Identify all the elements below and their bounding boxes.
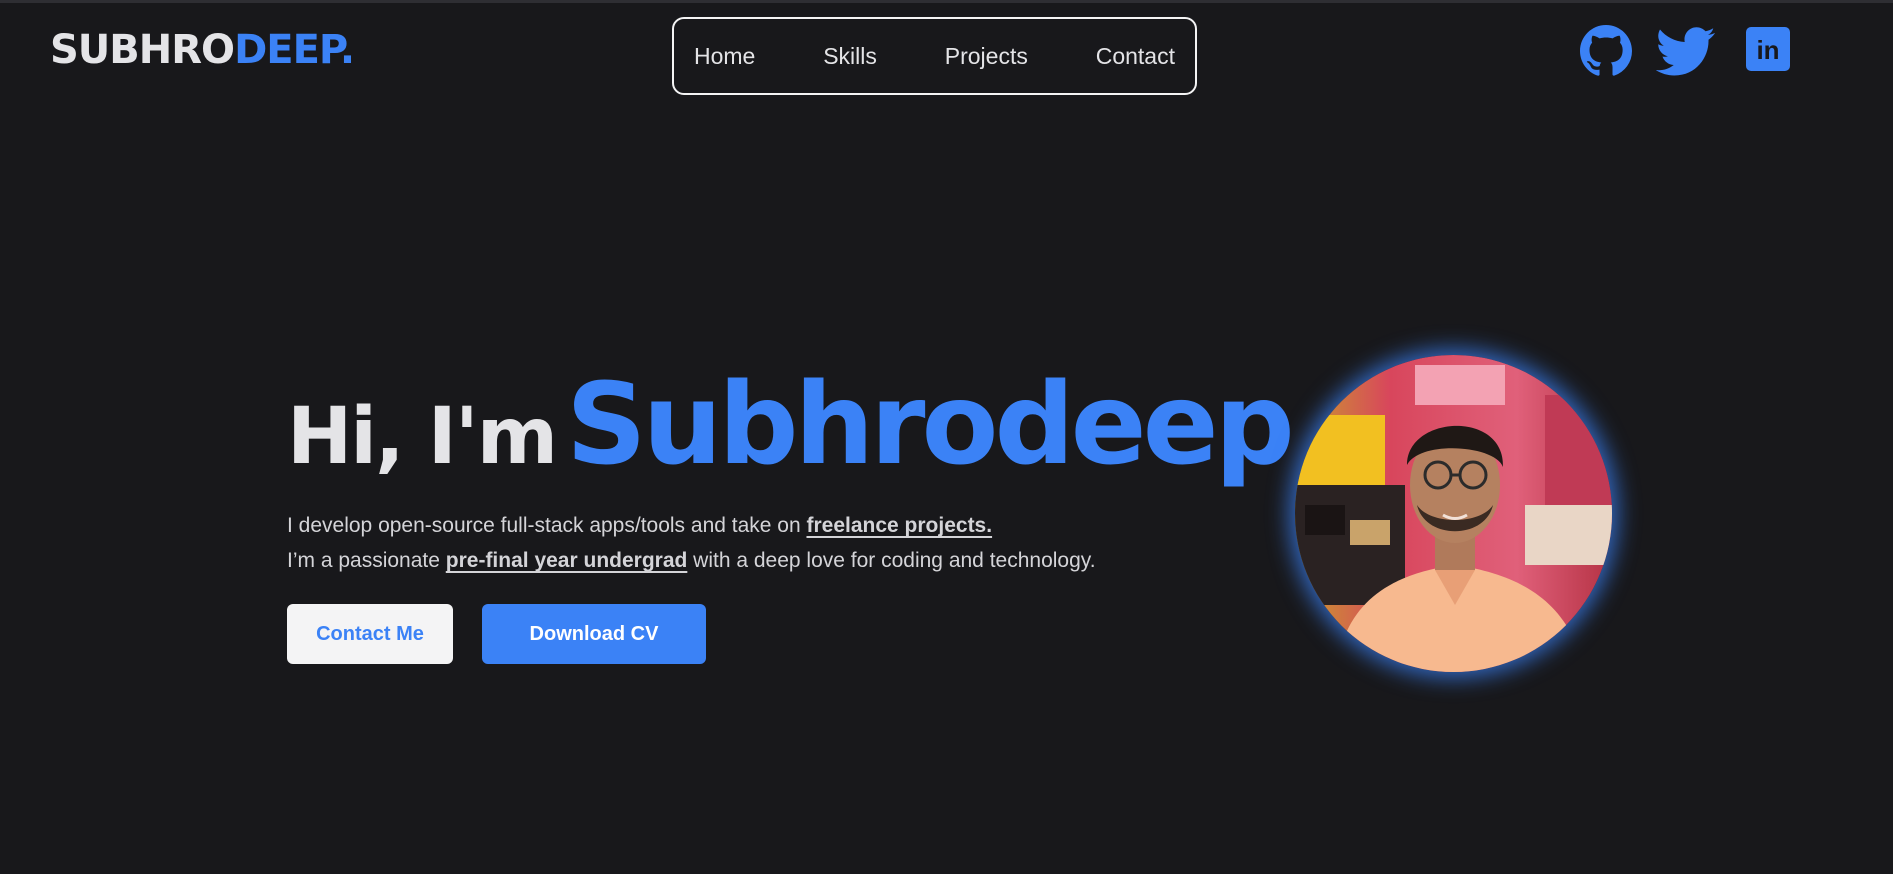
line1-prefix: I develop open-source full-stack apps/to…: [287, 514, 807, 537]
contact-me-button[interactable]: Contact Me: [287, 604, 453, 664]
brand-second: DEEP.: [234, 27, 355, 73]
hero-greeting: Hi, I'm: [287, 392, 558, 482]
nav-projects[interactable]: Projects: [945, 43, 1028, 70]
hero-heading: Hi, I'mSubhrodeep: [287, 360, 1295, 490]
hero-line-1: I develop open-source full-stack apps/to…: [287, 508, 1096, 543]
twitter-icon[interactable]: [1656, 27, 1716, 77]
freelance-link: freelance projects.: [806, 514, 993, 537]
nav-skills[interactable]: Skills: [823, 43, 877, 70]
profile-photo: [1295, 355, 1612, 672]
brand-first: SUBHRO: [50, 27, 235, 73]
github-icon[interactable]: [1580, 25, 1632, 77]
linkedin-glyph: in: [1756, 35, 1779, 65]
linkedin-icon[interactable]: in: [1746, 27, 1790, 71]
social-links: in: [1580, 25, 1800, 79]
hero-description: I develop open-source full-stack apps/to…: [287, 508, 1096, 578]
hero-name: Subhrodeep: [565, 360, 1295, 490]
nav-contact[interactable]: Contact: [1096, 43, 1175, 70]
line2-prefix: I’m a passionate: [287, 549, 446, 572]
undergrad-highlight: pre-final year undergrad: [445, 549, 688, 572]
nav-home[interactable]: Home: [694, 43, 755, 70]
top-border: [0, 0, 1893, 3]
download-cv-button[interactable]: Download CV: [482, 604, 706, 664]
main-nav: Home Skills Projects Contact: [672, 17, 1197, 95]
hero-line-2: I’m a passionate pre-final year undergra…: [287, 543, 1096, 578]
profile-photo-illustration: [1295, 355, 1612, 672]
brand-logo[interactable]: SUBHRODEEP.: [50, 24, 355, 76]
line2-suffix: with a deep love for coding and technolo…: [687, 549, 1096, 572]
